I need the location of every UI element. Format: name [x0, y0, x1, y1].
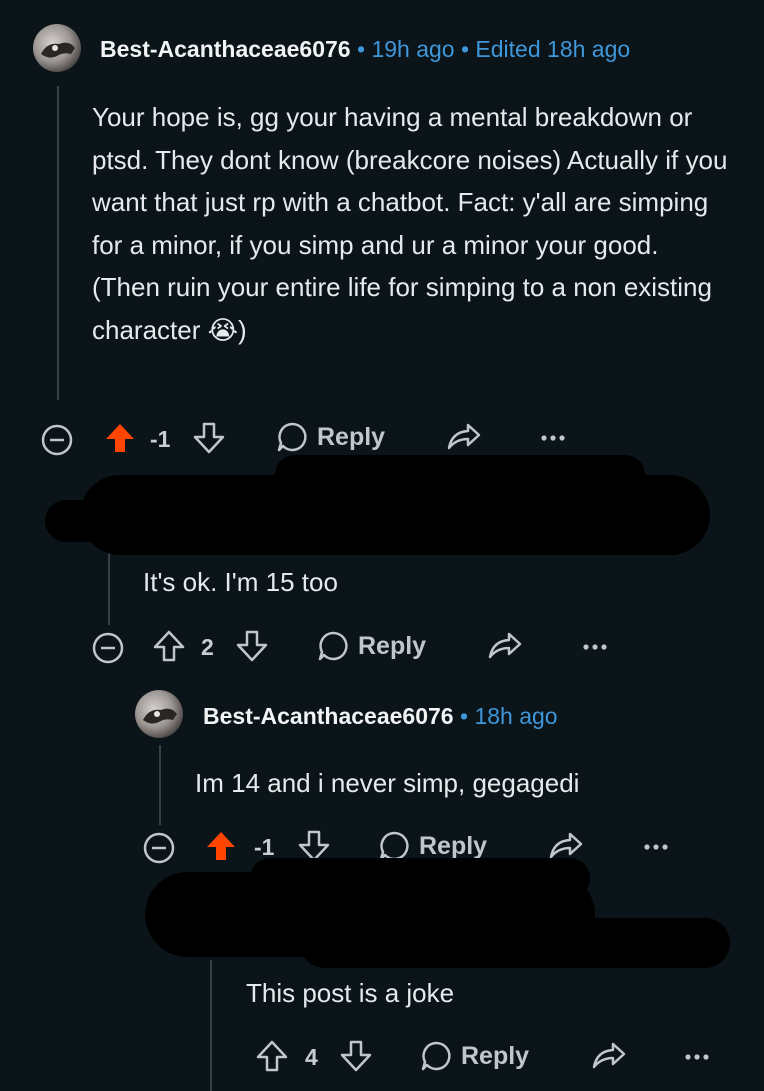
upvote-button[interactable] — [103, 421, 137, 455]
redacted-area — [300, 918, 730, 968]
comment-meta: Best-Acanthaceae6076 • 19h ago • Edited … — [100, 36, 630, 63]
vote-score: 2 — [201, 634, 214, 660]
upvote-icon — [153, 630, 185, 662]
thread-line-3 — [159, 745, 161, 825]
downvote-button[interactable] — [339, 1039, 373, 1073]
avatar[interactable] — [135, 690, 183, 738]
downvote-icon — [236, 630, 268, 662]
comment-body: It's ok. I'm 15 too — [143, 567, 338, 597]
vote-score: 4 — [305, 1044, 318, 1070]
downvote-icon — [193, 422, 225, 454]
separator-dot: • — [459, 703, 469, 729]
reply-button[interactable]: Reply — [275, 420, 385, 454]
share-icon — [592, 1042, 626, 1069]
share-icon — [488, 632, 522, 659]
upvote-icon — [106, 424, 134, 452]
separator-dot: • — [356, 36, 366, 62]
more-options-icon — [644, 844, 668, 850]
edited-label: Edited 18h ago — [475, 36, 631, 62]
username[interactable]: Best-Acanthaceae6076 — [100, 36, 351, 62]
collapse-icon — [92, 632, 124, 664]
comment-meta: Best-Acanthaceae6076 • 18h ago — [203, 703, 558, 730]
more-options-button[interactable] — [643, 842, 669, 852]
upvote-icon — [207, 832, 235, 860]
share-button[interactable] — [591, 1039, 627, 1073]
more-options-icon — [541, 435, 565, 441]
timestamp: 18h ago — [474, 703, 558, 729]
redacted-area — [45, 500, 145, 542]
collapse-icon — [143, 832, 175, 864]
upvote-button[interactable] — [204, 829, 238, 863]
comment-body: This post is a joke — [246, 978, 455, 1008]
more-options-icon — [685, 1054, 709, 1060]
vote-score: -1 — [150, 426, 171, 452]
vote-score: -1 — [254, 834, 275, 860]
share-button[interactable] — [446, 420, 482, 454]
reply-button[interactable]: Reply — [419, 1039, 529, 1073]
downvote-button[interactable] — [235, 629, 269, 663]
share-icon — [447, 423, 481, 450]
downvote-button[interactable] — [192, 421, 226, 455]
thread-line-2 — [108, 550, 110, 625]
reply-bubble-icon — [318, 631, 348, 661]
timestamp: 19h ago — [371, 36, 455, 62]
collapse-button[interactable] — [142, 831, 176, 865]
upvote-button[interactable] — [152, 629, 186, 663]
reply-bubble-icon — [277, 422, 307, 452]
more-options-icon — [583, 644, 607, 650]
comment-body: Your hope is, gg your having a mental br… — [92, 102, 728, 345]
collapse-button[interactable] — [40, 423, 74, 457]
reply-button[interactable]: Reply — [316, 629, 426, 663]
reply-label: Reply — [419, 831, 488, 860]
avatar[interactable] — [33, 24, 81, 72]
more-options-button[interactable] — [582, 642, 608, 652]
comment-body: Im 14 and i never simp, gegagedi — [195, 768, 580, 798]
reply-label: Reply — [461, 1041, 530, 1070]
username[interactable]: Best-Acanthaceae6076 — [203, 703, 454, 729]
more-options-button[interactable] — [684, 1052, 710, 1062]
reply-label: Reply — [358, 631, 427, 660]
reply-bubble-icon — [421, 1041, 451, 1071]
upvote-button[interactable] — [255, 1039, 289, 1073]
downvote-icon — [340, 1040, 372, 1072]
collapse-icon — [41, 424, 73, 456]
redacted-area — [80, 475, 710, 555]
upvote-icon — [256, 1040, 288, 1072]
share-button[interactable] — [487, 629, 523, 663]
thread-line-1 — [57, 86, 59, 400]
thread-line-4 — [210, 960, 212, 1091]
reply-label: Reply — [317, 422, 386, 451]
collapse-button[interactable] — [91, 631, 125, 665]
separator-dot: • — [460, 36, 470, 62]
more-options-button[interactable] — [540, 433, 566, 443]
